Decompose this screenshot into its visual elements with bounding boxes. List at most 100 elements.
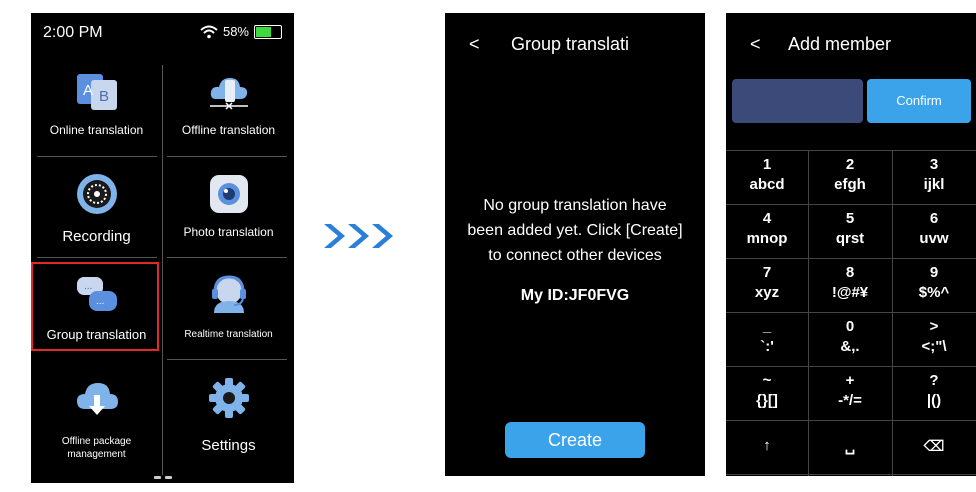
key-primary: ~ <box>762 372 772 389</box>
key-primary: 5 <box>845 210 855 227</box>
keypad-key[interactable]: ⌫ <box>892 420 976 473</box>
svg-text:B: B <box>99 88 109 105</box>
keypad-key[interactable]: 2 efgh <box>808 150 892 203</box>
key-primary: 7 <box>762 264 772 281</box>
keypad-key[interactable]: + -*/= <box>808 366 892 419</box>
recording-icon <box>76 174 117 214</box>
app-label: Settings <box>201 437 256 454</box>
grid-divider <box>37 257 157 258</box>
offline-translation-icon <box>209 78 248 110</box>
keypad-divider <box>726 204 976 205</box>
key-primary: 2 <box>845 156 855 173</box>
keypad-key[interactable]: _ `:' <box>726 312 808 365</box>
home-screen: 2:00 PM 58% A B Online translation Offli… <box>31 13 294 483</box>
svg-text:A: A <box>83 82 93 99</box>
photo-translation-icon <box>209 175 248 213</box>
grid-divider <box>167 359 287 360</box>
key-primary: 9 <box>929 264 939 281</box>
app-realtime-translation[interactable]: Realtime translation <box>163 259 294 355</box>
keypad-key[interactable]: 3 ijkl <box>892 150 976 203</box>
app-label: Offline translation <box>181 123 276 137</box>
keypad-key[interactable]: 8 !@#¥ <box>808 258 892 311</box>
key-primary: 4 <box>762 210 772 227</box>
keypad-divider <box>892 150 893 476</box>
my-id: My ID:JF0FVG <box>520 287 630 304</box>
status-time: 2:00 PM <box>43 24 103 41</box>
key-secondary: xyz <box>754 284 780 301</box>
keypad-divider <box>808 150 809 476</box>
app-label: Offline package management <box>61 436 132 460</box>
battery-percent: 58% <box>222 24 249 39</box>
app-photo-translation[interactable]: Photo translation <box>163 159 294 255</box>
member-id-input[interactable] <box>732 79 863 123</box>
keypad-key[interactable]: 4 mnop <box>726 204 808 257</box>
key-secondary: |() <box>926 392 942 409</box>
app-offline-translation[interactable]: Offline translation <box>163 57 294 153</box>
app-recording[interactable]: Recording <box>31 159 162 255</box>
key-secondary: {}[] <box>756 392 778 409</box>
battery-icon <box>254 24 282 39</box>
keypad-key[interactable]: 6 uvw <box>892 204 976 257</box>
message-line: been added yet. Click [Create] <box>467 222 683 239</box>
app-offline-package-management[interactable]: Offline package management <box>31 365 162 475</box>
keypad-divider <box>726 150 976 151</box>
status-bar: 2:00 PM 58% <box>31 13 294 51</box>
transition-arrows-icon <box>324 224 393 248</box>
keypad-key[interactable]: 5 qrst <box>808 204 892 257</box>
keypad-key[interactable]: 1 abcd <box>726 150 808 203</box>
key-secondary: !@#¥ <box>831 284 869 301</box>
keypad-key[interactable]: 0 &,. <box>808 312 892 365</box>
grid-divider <box>37 156 157 157</box>
keypad-divider <box>726 258 976 259</box>
header: < Group translati <box>445 13 705 69</box>
app-label: Photo translation <box>183 225 274 239</box>
keypad-key[interactable]: 9 $%^ <box>892 258 976 311</box>
keypad-key[interactable]: ? |() <box>892 366 976 419</box>
key-primary: + <box>845 372 855 389</box>
add-member-screen: < Add member Confirm 1 abcd 2 efgh 3 ijkl 4 mno… <box>726 13 976 476</box>
key-secondary: qrst <box>835 230 865 247</box>
header: < Add member <box>726 13 976 69</box>
keypad-key[interactable]: > <;"\ <box>892 312 976 365</box>
keypad-divider <box>726 366 976 367</box>
back-icon[interactable]: < <box>469 34 480 55</box>
create-button[interactable]: Create <box>505 422 645 458</box>
online-translation-icon: A B <box>76 74 117 110</box>
confirm-button[interactable]: Confirm <box>867 79 971 123</box>
page-title: Group translati <box>511 34 630 54</box>
key-secondary: <;"\ <box>921 338 947 355</box>
selection-highlight <box>31 262 159 351</box>
key-primary: ↑ <box>763 437 771 454</box>
app-label: Recording <box>62 228 131 245</box>
key-secondary: &,. <box>840 338 860 355</box>
app-label: Online translation <box>49 123 144 137</box>
back-icon[interactable]: < <box>750 34 761 55</box>
key-secondary: -*/= <box>838 392 862 409</box>
message-line: to connect other devices <box>488 247 662 264</box>
key-primary: _ <box>762 318 772 335</box>
message-line: No group translation have <box>483 197 667 214</box>
cloud-download-icon <box>76 383 118 415</box>
gear-icon <box>208 378 249 418</box>
key-primary: 3 <box>929 156 939 173</box>
keypad-key[interactable]: ~ {}[] <box>726 366 808 419</box>
keypad-divider <box>726 420 976 421</box>
status-right: 58% <box>200 24 282 39</box>
key-secondary: ijkl <box>923 176 945 193</box>
keypad-divider <box>726 312 976 313</box>
page-title: Add member <box>788 34 892 54</box>
grid-divider <box>167 257 287 258</box>
key-secondary: abcd <box>749 176 785 193</box>
app-settings[interactable]: Settings <box>163 365 294 475</box>
keypad-key[interactable]: ↑ <box>726 420 808 473</box>
page-indicator <box>153 476 172 479</box>
keypad: 1 abcd 2 efgh 3 ijkl 4 mnop 5 qrst 6 uvw 7 xyz 8 !@#¥ 9 $… <box>726 150 976 476</box>
key-primary: 1 <box>762 156 772 173</box>
key-secondary: mnop <box>746 230 788 247</box>
key-primary: 8 <box>845 264 855 281</box>
keypad-key[interactable]: 7 xyz <box>726 258 808 311</box>
app-online-translation[interactable]: A B Online translation <box>31 57 162 153</box>
group-translation-screen: < Group translati No group translation h… <box>445 13 705 476</box>
app-label: Realtime translation <box>184 329 273 340</box>
keypad-key[interactable]: ␣ <box>808 420 892 473</box>
